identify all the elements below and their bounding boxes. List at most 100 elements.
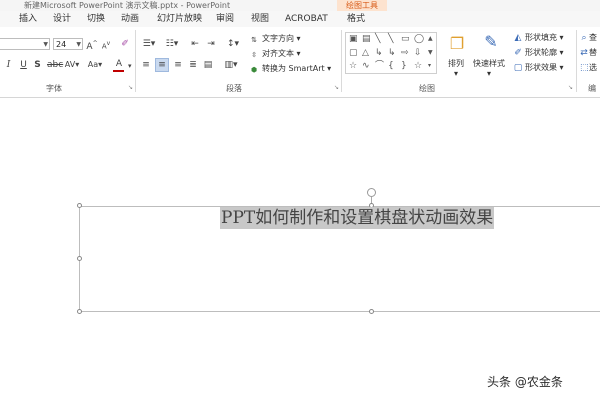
- context-group-label: 绘图工具: [346, 1, 378, 10]
- decrease-indent-icon[interactable]: ⇤: [189, 38, 201, 50]
- shape-effects-button[interactable]: 形状效果 ▾: [525, 62, 564, 74]
- italic-icon[interactable]: I: [4, 59, 13, 71]
- tab-review[interactable]: 审阅: [216, 11, 234, 27]
- pen-outline-icon: ✐: [514, 48, 522, 58]
- ribbon: ▼ 24 ▼ A^ Av ✐ I U S abc AV▾ Aa▾ A ▾ 字体 …: [0, 27, 600, 98]
- arrow-down-shape-icon[interactable]: ⇩: [414, 48, 422, 58]
- line-shape-icon[interactable]: ╲: [375, 34, 380, 44]
- line-shape-icon[interactable]: ╲: [388, 34, 393, 44]
- replace-button[interactable]: 替: [589, 47, 597, 59]
- ribbon-tabs: 插入 设计 切换 动画 幻灯片放映 审阅 视图 ACROBAT 格式: [0, 11, 600, 27]
- bullets-icon[interactable]: ☰▾: [140, 38, 158, 50]
- tab-acrobat[interactable]: ACROBAT: [285, 11, 328, 27]
- strikethrough-icon[interactable]: abc: [47, 59, 63, 71]
- font-size-value: 24: [56, 40, 67, 49]
- oval-shape-icon[interactable]: ◯: [414, 34, 424, 44]
- smartart-icon: ⬢: [250, 66, 258, 74]
- resize-handle-bottom-left[interactable]: [77, 309, 82, 314]
- change-case-button[interactable]: Aa▾: [86, 59, 104, 71]
- find-icon: ⌕: [581, 33, 587, 43]
- title-bar: 新建Microsoft PowerPoint 演示文稿.pptx - Power…: [0, 0, 600, 11]
- find-button[interactable]: 查: [589, 32, 597, 44]
- text-shadow-icon[interactable]: S: [33, 59, 42, 71]
- shapes-gallery[interactable]: ▣ ▤ ╲ ╲ ▭ ◯ ▢ △ ↳ ↳ ⇨ ⇩ ☆ ∿ ⌒ { } ☆ ▲ ▼ …: [345, 32, 437, 74]
- font-shrink-icon[interactable]: Av: [100, 38, 112, 52]
- convert-smartart-button[interactable]: 转换为 SmartArt ▾: [262, 63, 331, 75]
- text-direction-icon: ⇅: [251, 36, 257, 44]
- columns-icon[interactable]: ▥▾: [222, 59, 240, 71]
- shape-outline-button[interactable]: 形状轮廓 ▾: [525, 47, 564, 59]
- numbering-icon[interactable]: ☷▾: [163, 38, 181, 50]
- align-text-icon: ⇳: [251, 51, 257, 59]
- arrange-icon: ❐: [449, 34, 465, 53]
- elbow-connector-shape-icon[interactable]: ↳: [388, 48, 396, 58]
- font-size-combobox[interactable]: 24 ▼: [53, 38, 83, 50]
- group-divider: [135, 30, 136, 92]
- distributed-icon[interactable]: ▤: [202, 59, 214, 71]
- rectangle-shape-icon[interactable]: ▭: [401, 34, 410, 44]
- tab-view[interactable]: 视图: [251, 11, 269, 27]
- chevron-down-icon[interactable]: ▾: [128, 60, 132, 72]
- arrow-shape-icon[interactable]: ⇨: [401, 48, 409, 58]
- chevron-down-icon: ▼: [43, 41, 48, 48]
- font-color-swatch: [113, 70, 124, 72]
- resize-handle-top-left[interactable]: [77, 203, 82, 208]
- gallery-more-icon[interactable]: ▾: [428, 61, 431, 71]
- star-shape-icon[interactable]: ☆: [349, 61, 357, 71]
- character-spacing-button[interactable]: AV▾: [63, 59, 81, 71]
- quick-styles-icon: ✎: [484, 32, 498, 51]
- font-dialog-launcher-icon[interactable]: ↘: [128, 84, 133, 91]
- scroll-up-icon[interactable]: ▲: [428, 34, 433, 44]
- tab-design[interactable]: 设计: [53, 11, 71, 27]
- star-shape-icon[interactable]: ☆: [414, 61, 422, 71]
- window-title: 新建Microsoft PowerPoint 演示文稿.pptx - Power…: [24, 1, 231, 10]
- tab-transitions[interactable]: 切换: [87, 11, 105, 27]
- chevron-down-icon: ▼: [76, 41, 81, 48]
- shape-fill-button[interactable]: 形状填充 ▾: [525, 32, 564, 44]
- justify-icon[interactable]: ≣: [187, 59, 199, 71]
- paragraph-dialog-launcher-icon[interactable]: ↘: [334, 84, 339, 91]
- elbow-connector-shape-icon[interactable]: ↳: [375, 48, 383, 58]
- increase-indent-icon[interactable]: ⇥: [205, 38, 217, 50]
- brace-shape-icon[interactable]: }: [401, 61, 407, 71]
- resize-handle-middle-left[interactable]: [77, 256, 82, 261]
- group-divider: [341, 30, 342, 92]
- align-text-button[interactable]: 对齐文本 ▾: [262, 48, 301, 60]
- select-button[interactable]: 选: [589, 62, 597, 74]
- rounded-rectangle-shape-icon[interactable]: ▢: [349, 48, 358, 58]
- triangle-shape-icon[interactable]: △: [362, 48, 369, 58]
- drawing-group-label: 绘图: [419, 84, 435, 93]
- tab-format[interactable]: 格式: [347, 11, 365, 27]
- slide-title-text[interactable]: PPT如何制作和设置棋盘状动画效果: [220, 207, 495, 229]
- arrange-button[interactable]: 排列 ▾: [448, 58, 464, 78]
- text-box-shape-icon[interactable]: ▣: [349, 34, 358, 44]
- clear-format-icon[interactable]: ✐: [119, 38, 131, 50]
- align-center-icon[interactable]: ≡: [155, 58, 169, 72]
- tab-animations[interactable]: 动画: [121, 11, 139, 27]
- brace-shape-icon[interactable]: {: [388, 61, 394, 71]
- rotate-handle[interactable]: [367, 188, 376, 197]
- drawing-tools-context-group: 绘图工具: [337, 0, 387, 11]
- drawing-dialog-launcher-icon[interactable]: ↘: [568, 84, 573, 91]
- select-icon: ⬚: [580, 63, 589, 73]
- tab-insert[interactable]: 插入: [19, 11, 37, 27]
- curve-shape-icon[interactable]: ⌒: [375, 61, 384, 71]
- text-direction-button[interactable]: 文字方向 ▾: [262, 33, 301, 45]
- font-name-combobox[interactable]: ▼: [0, 38, 50, 50]
- quick-styles-button[interactable]: 快速样式 ▾: [473, 58, 505, 78]
- resize-handle-bottom-center[interactable]: [369, 309, 374, 314]
- font-color-button[interactable]: A: [112, 58, 126, 72]
- scroll-down-icon[interactable]: ▼: [428, 48, 433, 58]
- align-left-icon[interactable]: ≡: [140, 59, 152, 71]
- text-box-vertical-shape-icon[interactable]: ▤: [362, 34, 371, 44]
- underline-icon[interactable]: U: [19, 59, 28, 71]
- curve-shape-icon[interactable]: ∿: [362, 61, 370, 71]
- align-right-icon[interactable]: ≡: [172, 59, 184, 71]
- paint-bucket-icon: ◭: [514, 33, 522, 43]
- replace-icon: ⇄: [580, 48, 588, 58]
- font-group-label: 字体: [46, 84, 62, 93]
- font-grow-icon[interactable]: A^: [86, 38, 98, 53]
- line-spacing-icon[interactable]: ↕▾: [225, 38, 241, 50]
- watermark: 头条 @农金条: [487, 375, 563, 389]
- tab-slideshow[interactable]: 幻灯片放映: [157, 11, 202, 27]
